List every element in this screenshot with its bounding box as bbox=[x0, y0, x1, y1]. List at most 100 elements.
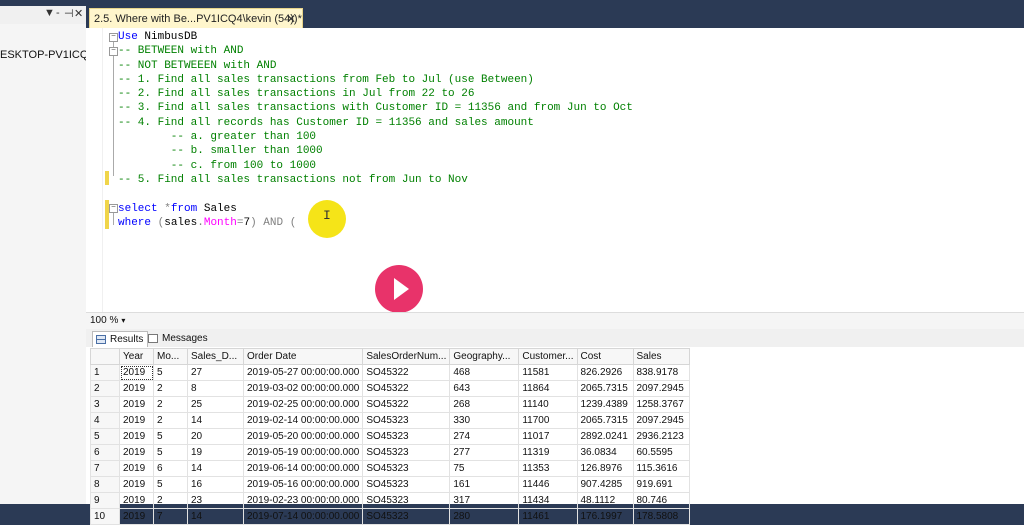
table-cell[interactable]: 919.691 bbox=[632, 476, 690, 493]
fold-toggle-icon[interactable]: − bbox=[109, 33, 118, 42]
table-cell[interactable]: 2065.7315 bbox=[576, 412, 634, 429]
table-cell[interactable]: 2019 bbox=[119, 476, 154, 493]
row-number[interactable]: 6 bbox=[90, 444, 120, 461]
table-cell[interactable]: 11434 bbox=[518, 492, 578, 509]
table-cell[interactable]: 6 bbox=[153, 460, 188, 477]
table-cell[interactable]: 75 bbox=[449, 460, 520, 477]
table-cell[interactable]: 11864 bbox=[518, 380, 578, 397]
tab-messages[interactable]: Messages bbox=[145, 331, 212, 346]
code-line[interactable]: -- a. greater than 100 bbox=[118, 130, 633, 144]
column-header[interactable]: Geography... bbox=[449, 348, 520, 365]
table-cell[interactable]: 36.0834 bbox=[576, 444, 634, 461]
column-header[interactable]: Mo... bbox=[153, 348, 188, 365]
table-cell[interactable]: 16 bbox=[187, 476, 244, 493]
table-cell[interactable]: 2 bbox=[153, 492, 188, 509]
table-row[interactable]: 6 2019 5 19 2019-05-19 00:00:00.000 SO45323 27… bbox=[90, 444, 690, 461]
table-cell[interactable]: 11319 bbox=[518, 444, 578, 461]
table-cell[interactable]: 11581 bbox=[518, 364, 578, 381]
table-cell[interactable]: 2019 bbox=[119, 396, 154, 413]
table-cell[interactable]: 19 bbox=[187, 444, 244, 461]
row-number[interactable]: 8 bbox=[90, 476, 120, 493]
table-cell[interactable]: 277 bbox=[449, 444, 520, 461]
table-row[interactable]: 2 2019 2 8 2019-03-02 00:00:00.000 SO45322 643… bbox=[90, 380, 690, 397]
table-cell[interactable]: SO45323 bbox=[362, 492, 451, 509]
close-tab-icon[interactable]: ✕ bbox=[286, 9, 296, 29]
row-number[interactable]: 9 bbox=[90, 492, 120, 509]
table-cell[interactable]: 11017 bbox=[518, 428, 578, 445]
minimize-icon[interactable]: ‑ bbox=[56, 7, 60, 19]
table-cell[interactable]: SO45322 bbox=[362, 364, 451, 381]
code-line[interactable] bbox=[118, 187, 633, 201]
table-cell[interactable]: 14 bbox=[187, 460, 244, 477]
results-grid[interactable]: Year Mo... Sales_D... Order Date SalesOr… bbox=[86, 347, 1024, 525]
table-cell[interactable]: 2019-03-02 00:00:00.000 bbox=[242, 380, 364, 397]
table-cell[interactable]: 468 bbox=[449, 364, 520, 381]
code-line[interactable]: -- 5. Find all sales transactions not fr… bbox=[118, 173, 633, 187]
table-cell[interactable]: SO45322 bbox=[362, 396, 451, 413]
table-row[interactable]: 1 2019 5 27 2019-05-27 00:00:00.000 SO45322 46… bbox=[90, 364, 690, 381]
table-cell[interactable]: 2019 bbox=[119, 508, 154, 525]
table-row[interactable]: 3 2019 2 25 2019-02-25 00:00:00.000 SO45322 26… bbox=[90, 396, 690, 413]
close-icon[interactable]: ✕ bbox=[74, 7, 83, 20]
sql-code[interactable]: Use NimbusDB -- BETWEEN with AND -- NOT BE… bbox=[118, 30, 633, 230]
table-cell[interactable]: 60.5595 bbox=[632, 444, 690, 461]
code-line[interactable]: -- 3. Find all sales transactions with C… bbox=[118, 101, 633, 115]
table-cell[interactable]: 2019-05-16 00:00:00.000 bbox=[242, 476, 364, 493]
column-header[interactable]: Order Date bbox=[242, 348, 364, 365]
table-cell[interactable]: 2936.2123 bbox=[632, 428, 690, 445]
table-cell[interactable]: 161 bbox=[449, 476, 520, 493]
pin-icon[interactable]: ⊣ bbox=[64, 7, 74, 20]
table-cell[interactable]: 27 bbox=[187, 364, 244, 381]
table-row[interactable]: 9 2019 2 23 2019-02-23 00:00:00.000 SO45323 31… bbox=[90, 492, 690, 509]
table-cell[interactable]: 1258.3767 bbox=[632, 396, 690, 413]
table-cell[interactable]: 2019 bbox=[119, 492, 154, 509]
table-cell[interactable]: 5 bbox=[153, 364, 188, 381]
table-cell[interactable]: 643 bbox=[449, 380, 520, 397]
table-cell[interactable]: 11461 bbox=[518, 508, 578, 525]
table-cell[interactable]: 2019-02-25 00:00:00.000 bbox=[242, 396, 364, 413]
table-cell[interactable]: 280 bbox=[449, 508, 520, 525]
code-line[interactable]: -- 4. Find all records has Customer ID =… bbox=[118, 116, 633, 130]
table-cell[interactable]: 2 bbox=[153, 396, 188, 413]
table-cell[interactable]: 7 bbox=[153, 508, 188, 525]
code-line[interactable]: select *from Sales bbox=[118, 202, 633, 216]
table-cell[interactable]: 11140 bbox=[518, 396, 578, 413]
row-number[interactable]: 4 bbox=[90, 412, 120, 429]
code-line[interactable]: -- b. smaller than 1000 bbox=[118, 144, 633, 158]
fold-toggle-icon[interactable]: − bbox=[109, 204, 118, 213]
table-cell[interactable]: 2097.2945 bbox=[632, 380, 690, 397]
table-cell[interactable]: 2019 bbox=[119, 460, 154, 477]
table-cell[interactable]: 5 bbox=[153, 476, 188, 493]
column-header[interactable]: Cost bbox=[576, 348, 634, 365]
table-cell[interactable]: 268 bbox=[449, 396, 520, 413]
table-cell[interactable]: 20 bbox=[187, 428, 244, 445]
table-cell[interactable]: 2019-05-20 00:00:00.000 bbox=[242, 428, 364, 445]
code-line[interactable]: -- 2. Find all sales transactions in Jul… bbox=[118, 87, 633, 101]
table-cell[interactable]: 14 bbox=[187, 412, 244, 429]
row-number[interactable]: 3 bbox=[90, 396, 120, 413]
table-row[interactable]: 4 2019 2 14 2019-02-14 00:00:00.000 SO45323 33… bbox=[90, 412, 690, 429]
table-cell[interactable]: 330 bbox=[449, 412, 520, 429]
table-row[interactable]: 7 2019 6 14 2019-06-14 00:00:00.000 SO45323 75… bbox=[90, 460, 690, 477]
table-cell[interactable]: 126.8976 bbox=[576, 460, 634, 477]
code-line[interactable]: where (sales.Month=7) AND ( bbox=[118, 216, 633, 230]
table-cell[interactable]: 115.3616 bbox=[632, 460, 690, 477]
table-row[interactable]: 5 2019 5 20 2019-05-20 00:00:00.000 SO45323 27… bbox=[90, 428, 690, 445]
code-line[interactable]: -- NOT BETWEEEN with AND bbox=[118, 59, 633, 73]
table-cell[interactable]: 178.5808 bbox=[632, 508, 690, 525]
code-line[interactable]: Use NimbusDB bbox=[118, 30, 633, 44]
table-row[interactable]: 8 2019 5 16 2019-05-16 00:00:00.000 SO45323 16… bbox=[90, 476, 690, 493]
table-row[interactable]: 10 2019 7 14 2019-07-14 00:00:00.000 SO45323 2… bbox=[90, 508, 690, 525]
column-header[interactable]: Sales bbox=[632, 348, 690, 365]
code-line[interactable]: -- BETWEEN with AND bbox=[118, 44, 633, 58]
table-cell[interactable]: SO45323 bbox=[362, 460, 451, 477]
table-cell[interactable]: 2 bbox=[153, 412, 188, 429]
table-cell[interactable]: 5 bbox=[153, 444, 188, 461]
table-cell[interactable]: SO45323 bbox=[362, 444, 451, 461]
table-cell[interactable]: 2019-02-14 00:00:00.000 bbox=[242, 412, 364, 429]
corner-cell[interactable] bbox=[90, 348, 120, 365]
row-number[interactable]: 10 bbox=[90, 508, 120, 525]
tab-results[interactable]: Results bbox=[92, 331, 149, 347]
table-cell[interactable]: 48.1112 bbox=[576, 492, 634, 509]
table-cell[interactable]: 176.1997 bbox=[576, 508, 634, 525]
